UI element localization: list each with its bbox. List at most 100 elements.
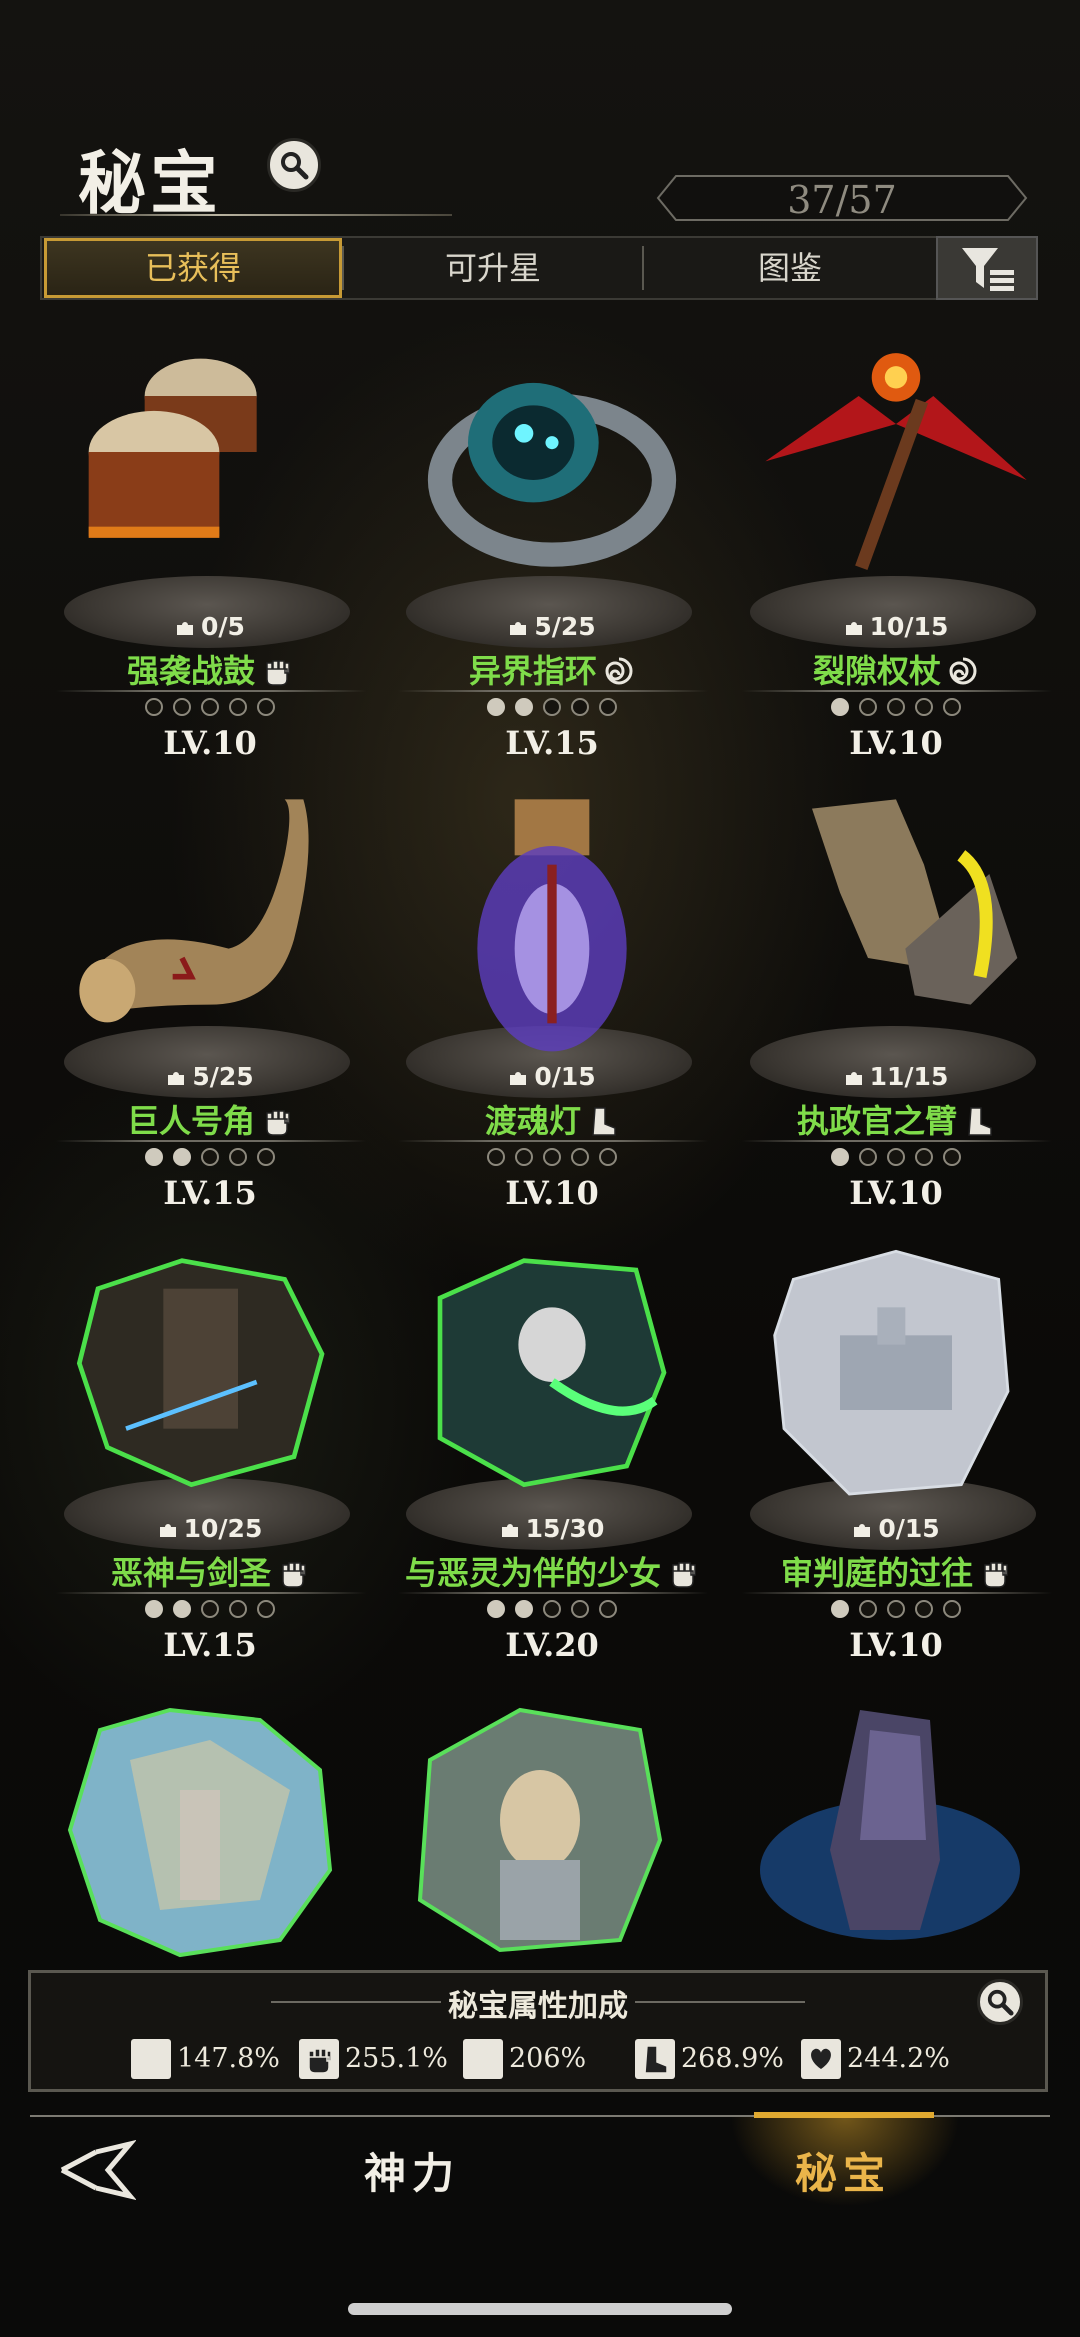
relic-art-traveler: [67, 1707, 333, 1958]
star-slot: [145, 1599, 163, 1618]
swirl-icon: [605, 657, 633, 685]
relic-name-text: 裂隙权杖: [812, 652, 941, 690]
relic-level: LV.10: [849, 1626, 943, 1664]
relic-name-text: 与恶灵为伴的少女: [404, 1554, 661, 1592]
star-slot: [515, 1599, 533, 1618]
home-indicator[interactable]: [348, 2303, 732, 2315]
star-slot: [543, 697, 561, 716]
star-slot: [257, 697, 275, 716]
relic-name: 裂隙权杖: [736, 646, 1056, 692]
relic-level: LV.10: [505, 1174, 599, 1212]
relic-card[interactable]: 0/15 审判庭的过往 LV.10: [736, 1232, 1076, 1672]
bonus-title: 秘宝属性加成: [448, 1989, 628, 2024]
fist-icon: [266, 1110, 290, 1136]
relic-card[interactable]: 0/5 强袭战鼓 LV.10: [50, 330, 390, 770]
relic-art-soul-lantern: [477, 799, 627, 1052]
star-row: [50, 1146, 370, 1166]
shard-count: 15/30: [392, 1514, 712, 1543]
star-slot: [915, 1147, 933, 1166]
shard-count: 5/25: [392, 612, 712, 641]
star-row: [736, 1146, 1056, 1166]
star-row: [392, 696, 712, 716]
star-slot: [859, 1599, 877, 1618]
swords-icon: [131, 2039, 171, 2079]
shard-count-text: 11/15: [869, 1062, 949, 1091]
relic-level: LV.10: [849, 724, 943, 762]
star-row: [736, 1598, 1056, 1618]
relic-card[interactable]: 0/15 渡魂灯 LV.10: [392, 780, 732, 1220]
search-button[interactable]: [267, 138, 321, 192]
counter-text: 37/57: [787, 178, 897, 222]
shard-count: 11/15: [736, 1062, 1056, 1091]
star-slot: [257, 1147, 275, 1166]
relic-card-partial[interactable]: [60, 1700, 340, 1960]
name-underline: [56, 1592, 366, 1594]
bonus-search-button[interactable]: [977, 1979, 1023, 2025]
relic-name-text: 审判庭的过往: [780, 1554, 973, 1592]
heart-hand-icon: [801, 2039, 841, 2079]
star-slot: [571, 697, 589, 716]
star-slot: [599, 1147, 617, 1166]
back-button[interactable]: [56, 2139, 137, 2201]
bonus-stat-value: 206%: [509, 2043, 587, 2074]
star-slot: [599, 1599, 617, 1618]
tab-obtained[interactable]: 已获得: [44, 238, 342, 298]
swirl-icon: [949, 657, 977, 685]
name-underline: [398, 690, 708, 692]
relic-name-text: 异界指环: [468, 652, 597, 690]
puzzle-piece-icon: [159, 1524, 176, 1537]
relic-card[interactable]: 10/25 恶神与剑圣 LV.15: [50, 1232, 390, 1672]
star-slot: [487, 697, 505, 716]
star-slot: [145, 1147, 163, 1166]
relic-card-partial[interactable]: [740, 1700, 1020, 1960]
boot-icon: [592, 1107, 616, 1136]
name-underline: [742, 1140, 1052, 1142]
star-slot: [915, 1599, 933, 1618]
tab-codex[interactable]: 图鉴: [644, 238, 936, 298]
puzzle-piece-icon: [501, 1524, 518, 1537]
nav-active-indicator: [754, 2112, 934, 2118]
star-slot: [173, 1599, 191, 1618]
relic-level: LV.10: [849, 1174, 943, 1212]
relic-card[interactable]: 10/15 裂隙权杖 LV.10: [736, 330, 1076, 770]
filter-button[interactable]: [936, 236, 1038, 300]
bonus-stat-value: 268.9%: [681, 2043, 784, 2074]
relic-card-partial[interactable]: [400, 1700, 680, 1960]
boot-icon: [635, 2039, 675, 2079]
star-slot: [201, 1599, 219, 1618]
relic-name: 渡魂灯: [392, 1096, 712, 1142]
star-row: [392, 1598, 712, 1618]
puzzle-piece-icon: [510, 1072, 527, 1085]
relic-card[interactable]: 11/15 执政官之臂 LV.10: [736, 780, 1076, 1220]
nav-divine-power[interactable]: 神力: [364, 2140, 460, 2201]
relic-name-text: 恶神与剑圣: [110, 1554, 271, 1592]
shard-count-text: 0/5: [201, 612, 245, 641]
name-underline: [56, 1140, 366, 1142]
relic-level: LV.15: [163, 1626, 257, 1664]
shard-count: 0/5: [50, 612, 370, 641]
shard-count: 10/15: [736, 612, 1056, 641]
relic-art-rift-scepter: [765, 353, 1027, 570]
relic-card[interactable]: 5/25 巨人号角 LV.15: [50, 780, 390, 1220]
puzzle-piece-icon: [510, 622, 527, 635]
magnifier-icon: [281, 152, 309, 180]
relic-card[interactable]: 5/25 异界指环 LV.15: [392, 330, 732, 770]
shard-count-text: 15/30: [525, 1514, 605, 1543]
nav-treasure[interactable]: 秘宝: [795, 2140, 891, 2201]
star-slot: [515, 1147, 533, 1166]
fist-icon: [984, 1562, 1008, 1588]
relic-level: LV.15: [505, 724, 599, 762]
star-slot: [201, 1147, 219, 1166]
star-slot: [831, 1599, 849, 1618]
relic-name: 异界指环: [392, 646, 712, 692]
name-underline: [742, 690, 1052, 692]
tab-upgradable[interactable]: 可升星: [344, 238, 642, 298]
relic-art-girl-with-spirits: [437, 1258, 667, 1488]
star-slot: [943, 1599, 961, 1618]
star-row: [50, 696, 370, 716]
boot-icon: [968, 1107, 992, 1136]
star-slot: [943, 1147, 961, 1166]
star-row: [50, 1598, 370, 1618]
tab-bar: 已获得 可升星 图鉴: [40, 236, 1038, 300]
relic-card[interactable]: 15/30 与恶灵为伴的少女 LV.20: [392, 1232, 732, 1672]
